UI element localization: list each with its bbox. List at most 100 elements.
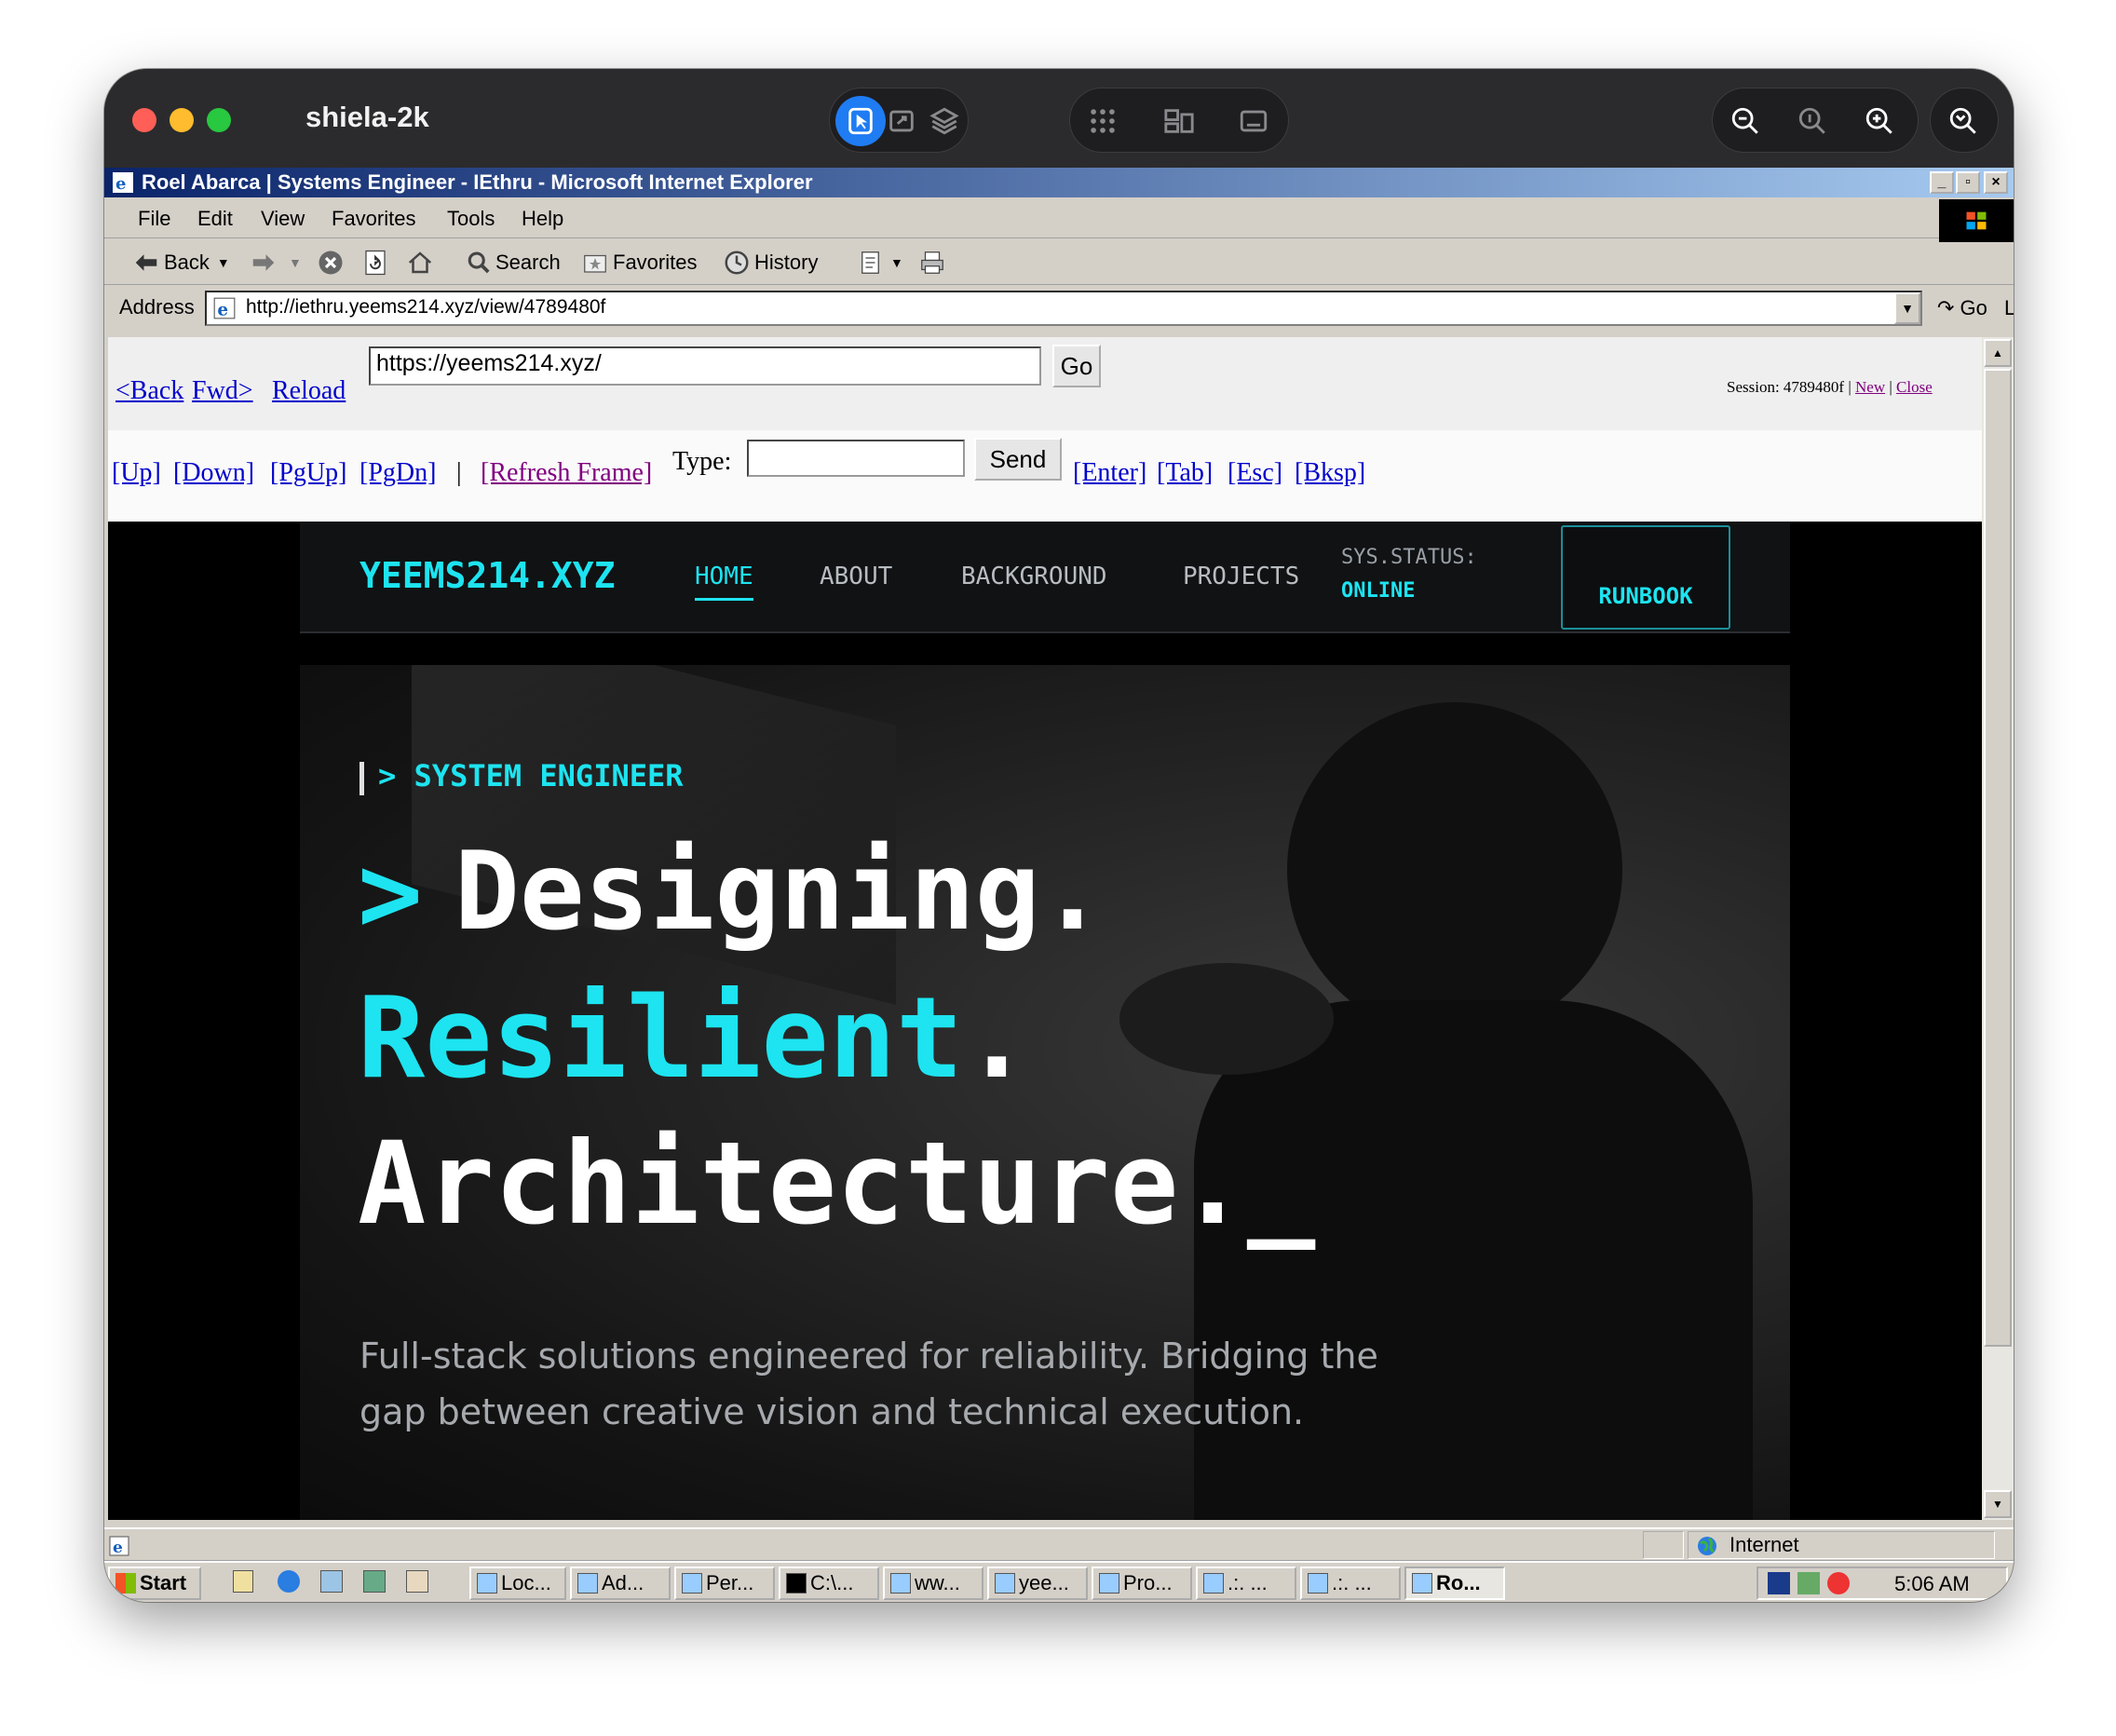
nav-about[interactable]: ABOUT	[820, 563, 892, 590]
layers-icon[interactable]	[919, 96, 970, 146]
task-button-7[interactable]: Pro...	[1092, 1566, 1192, 1600]
zoom-traffic-light[interactable]	[207, 108, 231, 132]
key-esc-link[interactable]: [Esc]	[1228, 458, 1282, 488]
grid-view-icon[interactable]	[1078, 96, 1128, 146]
proxy-url-input[interactable]: https://yeems214.xyz/	[369, 346, 1041, 386]
task-button-6[interactable]: yee...	[987, 1566, 1088, 1600]
task-button-4[interactable]: C:\...	[779, 1566, 879, 1600]
task-icon-1	[477, 1573, 497, 1594]
search-button[interactable]: Search	[464, 246, 561, 279]
quicklaunch-outlook-icon[interactable]	[233, 1570, 253, 1593]
refresh-frame-link[interactable]: [Refresh Frame]	[481, 458, 652, 488]
site-brand[interactable]: YEEMS214.XYZ	[359, 555, 616, 596]
scroll-thumb[interactable]	[1984, 369, 2012, 1347]
zoom-fit-icon[interactable]	[1938, 96, 1988, 146]
nav-home[interactable]: HOME	[695, 563, 753, 601]
task-button-2[interactable]: Ad...	[570, 1566, 671, 1600]
key-separator: |	[456, 458, 462, 487]
zoom-actual-icon[interactable]	[1787, 96, 1838, 146]
restore-button[interactable]: ▫	[1956, 171, 1980, 194]
minimize-button[interactable]: _	[1930, 171, 1954, 194]
stop-button[interactable]	[317, 246, 348, 279]
new-session-link[interactable]: New	[1855, 378, 1885, 396]
system-tray: 5:06 AM	[1757, 1566, 2008, 1600]
key-pgup-link[interactable]: [PgUp]	[270, 458, 346, 488]
menu-edit[interactable]: Edit	[197, 207, 233, 231]
address-dropdown-icon[interactable]: ▼	[1894, 292, 1920, 324]
back-button[interactable]: Back ▼	[132, 246, 230, 279]
send-button[interactable]: Send	[974, 438, 1062, 481]
task-button-9[interactable]: .:. ...	[1300, 1566, 1401, 1600]
key-pgdn-link[interactable]: [PgDn]	[359, 458, 436, 488]
hero-description-line-1: Full-stack solutions engineered for reli…	[359, 1336, 1378, 1377]
key-up-link[interactable]: [Up]	[112, 458, 161, 488]
mail-button[interactable]: ▼	[859, 246, 903, 279]
close-traffic-light[interactable]	[132, 108, 156, 132]
menu-favorites[interactable]: Favorites	[332, 207, 415, 231]
task-button-1[interactable]: Loc...	[469, 1566, 566, 1600]
key-enter-link[interactable]: [Enter]	[1073, 458, 1146, 488]
menu-tools[interactable]: Tools	[447, 207, 495, 231]
zoom-out-icon[interactable]	[1720, 96, 1770, 146]
menu-file[interactable]: File	[138, 207, 170, 231]
task-button-5[interactable]: ww...	[883, 1566, 983, 1600]
start-button[interactable]: Start	[108, 1566, 201, 1600]
scroll-down-icon[interactable]: ▼	[1984, 1490, 2012, 1518]
proxy-fwd-link[interactable]: Fwd>	[192, 376, 253, 406]
nav-background[interactable]: BACKGROUND	[961, 563, 1107, 590]
proxy-back-link[interactable]: <Back	[115, 376, 183, 406]
key-bksp-link[interactable]: [Bksp]	[1295, 458, 1365, 488]
page-viewport: <Back Fwd> Reload https://yeems214.xyz/ …	[108, 337, 1982, 1520]
favorites-label: Favorites	[613, 251, 698, 274]
address-go-label: Go	[1960, 296, 1987, 319]
tray-vnc-icon[interactable]	[1768, 1572, 1790, 1594]
close-button[interactable]: ×	[1984, 171, 2008, 194]
hero-silhouette-body	[1194, 1000, 1753, 1520]
quicklaunch-media-icon[interactable]	[363, 1570, 386, 1593]
menu-help[interactable]: Help	[522, 207, 563, 231]
scroll-up-icon[interactable]: ▲	[1984, 339, 2012, 367]
zoom-in-icon[interactable]	[1854, 96, 1905, 146]
history-button[interactable]: History	[723, 246, 818, 279]
home-icon	[408, 251, 432, 274]
task-label-active: Ro...	[1436, 1571, 1481, 1594]
quicklaunch-desktop-icon[interactable]	[320, 1570, 343, 1593]
type-input[interactable]	[747, 440, 965, 477]
vertical-scrollbar[interactable]: ▲ ▼	[1982, 337, 2014, 1520]
minimize-traffic-light[interactable]	[170, 108, 194, 132]
close-session-link[interactable]: Close	[1896, 378, 1933, 396]
display-icon[interactable]	[1228, 96, 1279, 146]
quicklaunch-ie-icon[interactable]	[278, 1570, 300, 1593]
print-button[interactable]	[918, 246, 950, 279]
address-input[interactable]: e http://iethru.yeems214.xyz/view/478948…	[205, 291, 1922, 326]
links-button[interactable]: Links »	[2004, 296, 2014, 320]
task-button-3[interactable]: Per...	[674, 1566, 775, 1600]
proxy-go-button[interactable]: Go	[1052, 345, 1101, 387]
forward-button[interactable]: ▼	[250, 246, 302, 279]
tray-network-icon[interactable]	[1797, 1572, 1820, 1594]
back-dropdown-icon[interactable]: ▼	[217, 255, 230, 270]
task-button-8[interactable]: .:. ...	[1196, 1566, 1296, 1600]
status-pane-security	[1643, 1531, 1684, 1559]
menu-view[interactable]: View	[261, 207, 305, 231]
proxy-reload-link[interactable]: Reload	[272, 376, 346, 406]
quicklaunch-settings-icon[interactable]	[406, 1570, 428, 1593]
task-button-active[interactable]: Ro...	[1404, 1566, 1505, 1600]
key-down-link[interactable]: [Down]	[173, 458, 254, 488]
task-icon-4	[786, 1573, 807, 1594]
tray-app-icon[interactable]	[1827, 1572, 1850, 1594]
forward-dropdown-icon[interactable]: ▼	[289, 255, 302, 270]
forward-arrow-icon	[252, 254, 275, 271]
sys-status-value: ONLINE	[1341, 579, 1416, 603]
hero-resilient-dot: .	[963, 974, 1031, 1104]
mail-dropdown-icon[interactable]: ▼	[890, 255, 903, 270]
home-button[interactable]	[406, 246, 438, 279]
search-label: Search	[495, 251, 561, 274]
nav-projects[interactable]: PROJECTS	[1183, 563, 1299, 590]
favorites-button[interactable]: Favorites	[581, 246, 697, 279]
address-go-button[interactable]: ↷ Go	[1937, 296, 1987, 320]
split-view-icon[interactable]	[1154, 96, 1204, 146]
runbook-button[interactable]: RUNBOOK	[1561, 525, 1730, 630]
key-tab-link[interactable]: [Tab]	[1157, 458, 1213, 488]
refresh-button[interactable]	[361, 246, 393, 279]
